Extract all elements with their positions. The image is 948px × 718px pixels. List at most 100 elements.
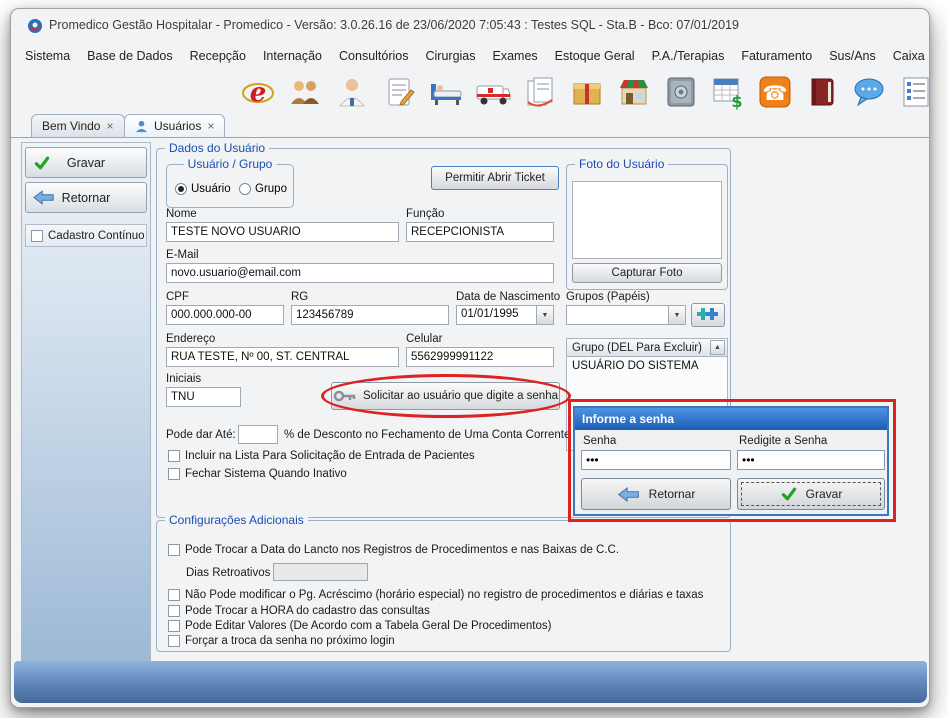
menu-caixa[interactable]: Caixa	[893, 49, 925, 63]
add-group-button[interactable]	[691, 303, 725, 327]
incluir-lista-checkbox-row[interactable]: Incluir na Lista Para Solicitação de Ent…	[168, 450, 475, 462]
capturar-foto-button[interactable]: Capturar Foto	[572, 263, 722, 283]
endereco-input[interactable]	[166, 347, 399, 367]
radio-usuario[interactable]	[175, 183, 187, 195]
menu-exames[interactable]: Exames	[493, 49, 538, 63]
trocar-hora-label: Pode Trocar a HORA do cadastro das consu…	[185, 605, 430, 617]
radio-grupo-row[interactable]: Grupo	[239, 183, 287, 195]
user-photo-placeholder	[572, 181, 722, 259]
window-title: Promedico Gestão Hospitalar - Promedico …	[49, 18, 739, 32]
forcar-troca-senha-checkbox-row[interactable]: Forçar a troca da senha no próximo login	[168, 635, 395, 647]
forcar-troca-senha-label: Forçar a troca da senha no próximo login	[185, 635, 395, 647]
scroll-up-icon[interactable]	[710, 340, 725, 355]
incluir-lista-checkbox[interactable]	[168, 450, 180, 462]
trocar-hora-checkbox[interactable]	[168, 605, 180, 617]
editar-valores-checkbox-row[interactable]: Pode Editar Valores (De Acordo com a Tab…	[168, 620, 551, 632]
forcar-troca-senha-checkbox[interactable]	[168, 635, 180, 647]
menu-estoque-geral[interactable]: Estoque Geral	[555, 49, 635, 63]
menu-base-de-dados[interactable]: Base de Dados	[87, 49, 172, 63]
list-icon[interactable]	[897, 73, 930, 111]
menu-recepcao[interactable]: Recepção	[190, 49, 246, 63]
nome-label: Nome	[166, 208, 197, 220]
menu-sus-ans[interactable]: Sus/Ans	[829, 49, 876, 63]
dialog-retornar-button[interactable]: Retornar	[581, 478, 731, 510]
prescription-icon[interactable]	[380, 73, 418, 111]
nome-input[interactable]	[166, 222, 399, 242]
email-input[interactable]	[166, 263, 554, 283]
dias-retroativos-input[interactable]	[273, 563, 368, 581]
menu-consultorios[interactable]: Consultórios	[339, 49, 408, 63]
grupo-list-header[interactable]: Grupo (DEL Para Excluir)	[566, 338, 728, 357]
doctor-icon[interactable]	[333, 73, 371, 111]
market-icon[interactable]	[615, 73, 653, 111]
trocar-data-lancto-checkbox[interactable]	[168, 544, 180, 556]
gravar-button[interactable]: Gravar	[25, 147, 147, 178]
ambulance-icon[interactable]	[474, 73, 512, 111]
book-icon[interactable]	[803, 73, 841, 111]
cpf-input[interactable]	[166, 305, 284, 325]
funcao-input[interactable]	[406, 222, 554, 242]
menu-internacao[interactable]: Internação	[263, 49, 322, 63]
app-logo-icon	[27, 18, 43, 34]
tab-bem-vindo[interactable]: Bem Vindo ×	[31, 114, 125, 137]
capturar-foto-label: Capturar Foto	[612, 267, 683, 279]
menu-faturamento[interactable]: Faturamento	[741, 49, 812, 63]
fechar-sistema-checkbox[interactable]	[168, 468, 180, 480]
radio-usuario-row[interactable]: Usuário	[175, 183, 231, 195]
cadastro-continuo-checkbox[interactable]	[31, 230, 43, 242]
cadastro-continuo-label: Cadastro Contínuo	[48, 230, 145, 242]
documents-icon[interactable]	[521, 73, 559, 111]
radio-grupo[interactable]	[239, 183, 251, 195]
celular-input[interactable]	[406, 347, 554, 367]
rg-label: RG	[291, 291, 308, 303]
promedico-logo-icon[interactable]: e	[239, 73, 277, 111]
tabbar: Bem Vindo × Usuários ×	[11, 115, 929, 138]
dialog-retornar-label: Retornar	[649, 487, 696, 501]
grupos-papeis-combo[interactable]	[566, 305, 686, 325]
back-arrow-icon	[33, 190, 55, 205]
stock-box-icon[interactable]	[568, 73, 606, 111]
solicitar-senha-button[interactable]: Solicitar ao usuário que digite a senha	[331, 382, 560, 410]
key-icon	[333, 389, 357, 403]
rg-input[interactable]	[291, 305, 449, 325]
reception-icon[interactable]	[286, 73, 324, 111]
phone-icon[interactable]: ☎	[756, 73, 794, 111]
menu-cirurgias[interactable]: Cirurgias	[426, 49, 476, 63]
desconto-input[interactable]	[238, 425, 278, 444]
trocar-hora-checkbox-row[interactable]: Pode Trocar a HORA do cadastro das consu…	[168, 605, 430, 617]
list-item[interactable]: USUÁRIO DO SISTEMA	[567, 357, 727, 375]
editar-valores-checkbox[interactable]	[168, 620, 180, 632]
dialog-gravar-button[interactable]: Gravar	[737, 478, 885, 510]
trocar-data-lancto-checkbox-row[interactable]: Pode Trocar a Data do Lancto nos Registr…	[168, 544, 619, 556]
schedule-finance-icon[interactable]: $	[709, 73, 747, 111]
check-icon	[780, 486, 798, 502]
pg-acrescimo-checkbox-row[interactable]: Não Pode modificar o Pg. Acréscimo (horá…	[168, 589, 703, 601]
tab-usuarios[interactable]: Usuários ×	[124, 114, 225, 137]
retornar-label: Retornar	[62, 191, 111, 205]
retornar-button[interactable]: Retornar	[25, 182, 147, 213]
chat-icon[interactable]	[850, 73, 888, 111]
foto-usuario-group-title: Foto do Usuário	[575, 157, 668, 171]
tab-close-icon[interactable]: ×	[106, 119, 113, 133]
chevron-down-icon[interactable]	[668, 306, 685, 324]
data-nascimento-value: 01/01/1995	[457, 306, 536, 324]
pg-acrescimo-checkbox[interactable]	[168, 589, 180, 601]
dados-usuario-group-title: Dados do Usuário	[165, 141, 269, 155]
grupos-papeis-value	[567, 306, 668, 324]
redigite-senha-input[interactable]	[737, 450, 885, 470]
tab-close-icon[interactable]: ×	[207, 119, 214, 133]
tab-bem-vindo-label: Bem Vindo	[42, 119, 100, 133]
permitir-abrir-ticket-label: Permitir Abrir Ticket	[445, 172, 545, 184]
data-nascimento-combo[interactable]: 01/01/1995	[456, 305, 554, 325]
internment-bed-icon[interactable]	[427, 73, 465, 111]
iniciais-input[interactable]	[166, 387, 241, 407]
menu-sistema[interactable]: Sistema	[25, 49, 70, 63]
permitir-abrir-ticket-button[interactable]: Permitir Abrir Ticket	[431, 166, 559, 190]
safe-icon[interactable]	[662, 73, 700, 111]
chevron-down-icon[interactable]	[536, 306, 553, 324]
senha-input[interactable]	[581, 450, 731, 470]
menu-pa-terapias[interactable]: P.A./Terapias	[652, 49, 725, 63]
cadastro-continuo-checkbox-row[interactable]: Cadastro Contínuo	[25, 224, 147, 247]
dias-retroativos-label: Dias Retroativos :	[186, 567, 277, 579]
fechar-sistema-checkbox-row[interactable]: Fechar Sistema Quando Inativo	[168, 468, 347, 480]
